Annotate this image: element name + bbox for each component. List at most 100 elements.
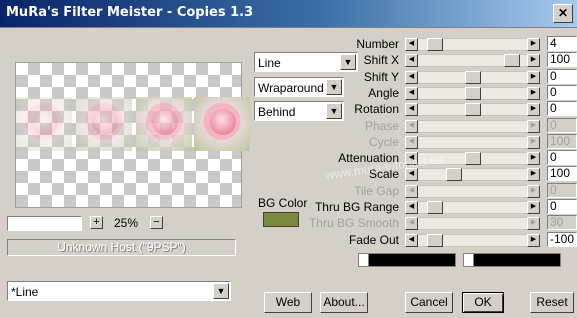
reset-button[interactable]: Reset xyxy=(530,292,574,313)
arrow-right-icon[interactable]: ▶ xyxy=(527,152,540,165)
zoom-level: 25% xyxy=(114,216,139,230)
slider-thumb[interactable] xyxy=(427,201,443,214)
slider-value-field[interactable]: 4 xyxy=(547,36,577,51)
arrow-right-icon: ▶ xyxy=(527,136,540,149)
rose-copy-2 xyxy=(76,97,132,151)
close-button[interactable]: ✕ xyxy=(553,4,573,23)
slider-label: Number xyxy=(356,37,399,51)
gradient-marker[interactable] xyxy=(464,254,474,266)
bg-color-swatch[interactable] xyxy=(263,212,299,227)
slider-value-field: 100 xyxy=(547,134,577,149)
arrow-left-icon: ◀ xyxy=(405,185,418,198)
mode-select[interactable]: Line ▼ xyxy=(254,52,358,72)
cancel-button[interactable]: Cancel xyxy=(405,292,453,313)
web-button[interactable]: Web xyxy=(264,292,312,313)
arrow-left-icon[interactable]: ◀ xyxy=(405,87,418,100)
zoom-in-button[interactable]: + xyxy=(90,216,103,229)
slider-value-field[interactable]: 0 xyxy=(547,85,577,100)
slider-label: Fade Out xyxy=(348,233,399,247)
chevron-down-icon[interactable]: ▼ xyxy=(326,103,342,119)
order-value: Behind xyxy=(258,105,296,119)
chevron-down-icon[interactable]: ▼ xyxy=(213,283,229,299)
slider-thumb[interactable] xyxy=(504,54,520,67)
slider-track[interactable]: ◀ ▶ xyxy=(405,201,540,214)
slider-value-field[interactable]: 100 xyxy=(547,166,577,181)
arrow-left-icon: ◀ xyxy=(405,136,418,149)
slider-label: Shift Y xyxy=(363,70,399,84)
arrow-right-icon[interactable]: ▶ xyxy=(527,168,540,181)
slider-thumb[interactable] xyxy=(465,103,481,116)
slider-label: Thru BG Range xyxy=(314,200,399,214)
order-select[interactable]: Behind ▼ xyxy=(254,101,344,121)
mode-value: Line xyxy=(258,56,281,70)
slider-label: Shift X xyxy=(363,53,399,67)
gradient-marker[interactable] xyxy=(359,254,369,266)
bg-color-label: BG Color xyxy=(258,196,308,210)
arrow-right-icon[interactable]: ▶ xyxy=(527,71,540,84)
rose-copy-3 xyxy=(136,97,192,151)
slider-track[interactable]: ◀ ▶ xyxy=(405,87,540,100)
preview-image xyxy=(16,97,250,151)
slider-track: ◀ ▶ xyxy=(405,120,540,133)
gradient-bar-start[interactable] xyxy=(358,253,456,267)
slider-track: ◀ ▶ xyxy=(405,185,540,198)
rose-copy-4 xyxy=(194,97,250,151)
slider-value-field[interactable]: 0 xyxy=(547,199,577,214)
arrow-right-icon: ▶ xyxy=(527,217,540,230)
slider-label: Phase xyxy=(364,119,399,133)
arrow-left-icon[interactable]: ◀ xyxy=(405,103,418,116)
arrow-right-icon: ▶ xyxy=(527,185,540,198)
slider-value-field: 30 xyxy=(547,215,577,230)
slider-thumb[interactable] xyxy=(446,168,462,181)
slider-thumb[interactable] xyxy=(427,38,443,51)
slider-value-field[interactable]: 0 xyxy=(547,150,577,165)
slider-label: Cycle xyxy=(368,135,399,149)
chevron-down-icon[interactable]: ▼ xyxy=(340,54,356,70)
slider-label: Rotation xyxy=(354,102,399,116)
arrow-left-icon[interactable]: ◀ xyxy=(405,234,418,247)
arrow-right-icon[interactable]: ▶ xyxy=(527,103,540,116)
preset-select[interactable]: *Line ▼ xyxy=(7,281,231,301)
arrow-left-icon: ◀ xyxy=(405,120,418,133)
slider-thumb[interactable] xyxy=(427,234,443,247)
arrow-left-icon[interactable]: ◀ xyxy=(405,54,418,67)
slider-value-field: 0 xyxy=(547,118,577,133)
arrow-right-icon: ▶ xyxy=(527,120,540,133)
slider-track[interactable]: ◀ ▶ xyxy=(405,103,540,116)
zoom-out-button[interactable]: − xyxy=(150,216,163,229)
arrow-right-icon[interactable]: ▶ xyxy=(527,54,540,67)
slider-track: ◀ ▶ xyxy=(405,136,540,149)
arrow-right-icon[interactable]: ▶ xyxy=(527,38,540,51)
slider-thumb[interactable] xyxy=(465,152,481,165)
arrow-left-icon[interactable]: ◀ xyxy=(405,201,418,214)
ok-button[interactable]: OK xyxy=(462,292,504,313)
arrow-left-icon[interactable]: ◀ xyxy=(405,38,418,51)
slider-track[interactable]: ◀ ▶ xyxy=(405,38,540,51)
slider-value-field[interactable]: 100 xyxy=(547,52,577,67)
zoom-field[interactable] xyxy=(7,216,82,231)
slider-value-field[interactable]: 0 xyxy=(547,101,577,116)
slider-thumb[interactable] xyxy=(465,87,481,100)
slider-track[interactable]: ◀ ▶ xyxy=(405,234,540,247)
slider-value-field[interactable]: -100 xyxy=(547,232,577,247)
title-bar: MuRa's Filter Meister - Copies 1.3 ✕ xyxy=(0,0,577,28)
arrow-right-icon[interactable]: ▶ xyxy=(527,87,540,100)
wrap-value: Wraparound xyxy=(258,81,324,95)
arrow-right-icon[interactable]: ▶ xyxy=(527,201,540,214)
chevron-down-icon[interactable]: ▼ xyxy=(326,79,342,95)
slider-track[interactable]: ◀ ▶ xyxy=(405,71,540,84)
slider-track: ◀ ▶ xyxy=(405,217,540,230)
preview-canvas[interactable] xyxy=(15,62,250,208)
wrap-select[interactable]: Wraparound ▼ xyxy=(254,77,344,97)
arrow-left-icon[interactable]: ◀ xyxy=(405,71,418,84)
host-label: Unknown Host ("9PSP") xyxy=(7,239,236,256)
slider-thumb[interactable] xyxy=(465,71,481,84)
arrow-right-icon[interactable]: ▶ xyxy=(527,234,540,247)
slider-track[interactable]: ◀ ▶ xyxy=(405,168,540,181)
arrow-left-icon: ◀ xyxy=(405,217,418,230)
slider-value-field[interactable]: 0 xyxy=(547,69,577,84)
window-title: MuRa's Filter Meister - Copies 1.3 xyxy=(6,5,254,20)
gradient-bar-end[interactable] xyxy=(463,253,561,267)
about-button[interactable]: About... xyxy=(320,292,368,313)
slider-track[interactable]: ◀ ▶ xyxy=(405,54,540,67)
